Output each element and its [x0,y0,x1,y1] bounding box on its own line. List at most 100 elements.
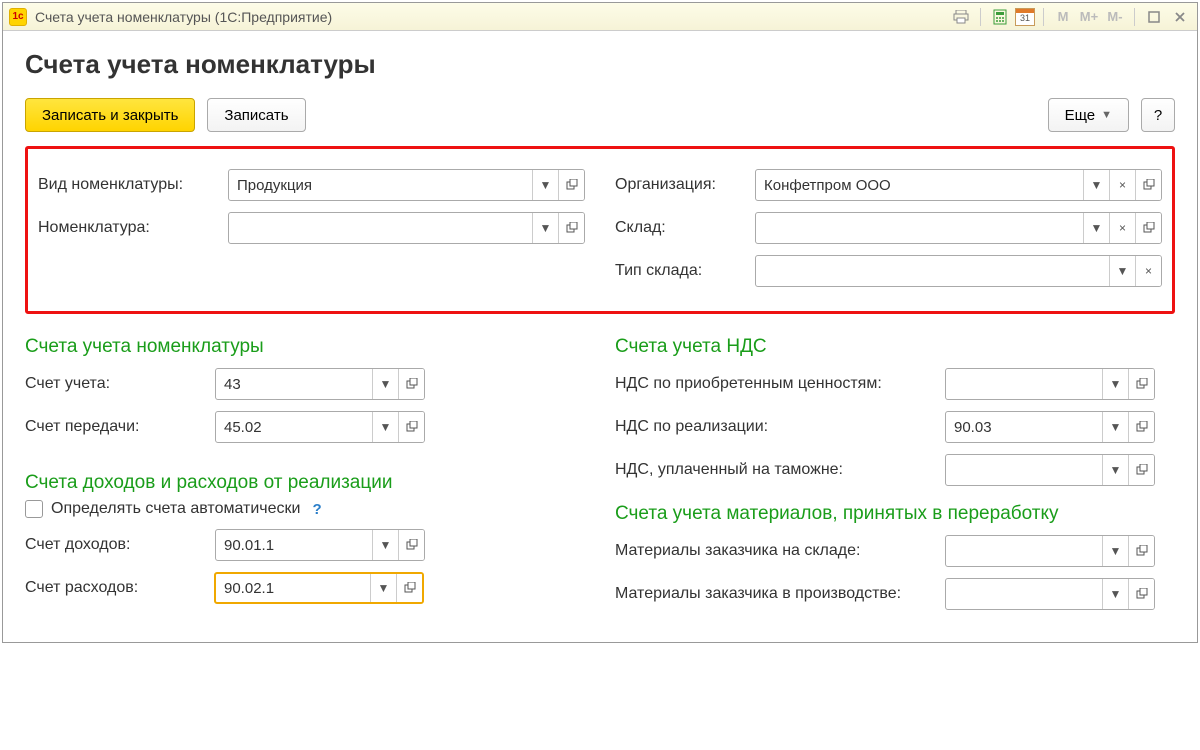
open-icon[interactable] [396,574,422,602]
mat-stock-field[interactable] [946,536,1102,566]
open-icon[interactable] [558,170,584,200]
vat-customs-label: НДС, уплаченный на таможне: [615,461,945,479]
pl-section-title: Счета доходов и расходов от реализации [25,472,585,494]
open-icon[interactable] [398,369,424,399]
memory-m-button[interactable]: M [1052,7,1074,27]
app-icon: 1c [9,8,27,26]
warehouse-label: Склад: [615,219,755,237]
open-icon[interactable] [398,412,424,442]
vat-purchased-input[interactable]: ▼ [945,368,1155,400]
vat-customs-input[interactable]: ▼ [945,454,1155,486]
dropdown-icon[interactable]: ▼ [1109,256,1135,286]
dropdown-icon[interactable]: ▼ [532,213,558,243]
nomenclature-field[interactable] [229,213,532,243]
org-input[interactable]: ▼ × [755,169,1162,201]
vat-sales-input[interactable]: ▼ [945,411,1155,443]
open-icon[interactable] [1128,536,1154,566]
titlebar: 1c Счета учета номенклатуры (1С:Предприя… [3,3,1197,31]
memory-mminus-button[interactable]: M- [1104,7,1126,27]
open-icon[interactable] [1135,170,1161,200]
nomenclature-type-input[interactable]: ▼ [228,169,585,201]
nomenclature-type-field[interactable] [229,170,532,200]
org-label: Организация: [615,176,755,194]
dropdown-icon[interactable]: ▼ [1102,455,1128,485]
clear-icon[interactable]: × [1109,170,1135,200]
expense-input[interactable]: ▼ [214,572,424,604]
open-icon[interactable] [1135,213,1161,243]
dropdown-icon[interactable]: ▼ [370,574,396,602]
nomenclature-type-label: Вид номенклатуры: [38,176,228,194]
vat-purchased-label: НДС по приобретенным ценностям: [615,375,945,393]
save-and-close-button[interactable]: Записать и закрыть [25,98,195,132]
nomenclature-input[interactable]: ▼ [228,212,585,244]
clear-icon[interactable]: × [1109,213,1135,243]
dropdown-icon[interactable]: ▼ [1083,170,1109,200]
vat-section-title: Счета учета НДС [615,336,1175,358]
dropdown-icon[interactable]: ▼ [1083,213,1109,243]
account-field[interactable] [216,369,372,399]
close-icon[interactable] [1169,7,1191,27]
mat-stock-label: Материалы заказчика на складе: [615,542,945,560]
more-button[interactable]: Еще ▼ [1048,98,1129,132]
vat-sales-label: НДС по реализации: [615,418,945,436]
expense-label: Счет расходов: [25,579,215,597]
toolbar: Записать и закрыть Записать Еще ▼ ? [25,98,1175,132]
calculator-icon[interactable] [989,7,1011,27]
vat-customs-field[interactable] [946,455,1102,485]
mat-prod-field[interactable] [946,579,1102,609]
transfer-input[interactable]: ▼ [215,411,425,443]
income-field[interactable] [216,530,372,560]
account-label: Счет учета: [25,375,215,393]
content-area: Счета учета номенклатуры Записать и закр… [3,31,1197,642]
open-icon[interactable] [558,213,584,243]
app-window: 1c Счета учета номенклатуры (1С:Предприя… [2,2,1198,643]
dropdown-icon[interactable]: ▼ [1102,536,1128,566]
dropdown-icon[interactable]: ▼ [1102,369,1128,399]
warehouse-type-input[interactable]: ▼ × [755,255,1162,287]
page-title: Счета учета номенклатуры [25,49,1175,80]
help-icon[interactable]: ? [312,501,321,518]
mat-prod-label: Материалы заказчика в производстве: [615,585,945,603]
dropdown-icon[interactable]: ▼ [372,530,398,560]
titlebar-actions: 31 M M+ M- [950,7,1191,27]
memory-mplus-button[interactable]: M+ [1078,7,1100,27]
open-icon[interactable] [1128,412,1154,442]
vat-sales-field[interactable] [946,412,1102,442]
nomenclature-label: Номенклатура: [38,219,228,237]
acc-section-title: Счета учета номенклатуры [25,336,585,358]
open-icon[interactable] [398,530,424,560]
help-button[interactable]: ? [1141,98,1175,132]
warehouse-type-field[interactable] [756,256,1109,286]
open-icon[interactable] [1128,455,1154,485]
transfer-field[interactable] [216,412,372,442]
warehouse-field[interactable] [756,213,1083,243]
account-input[interactable]: ▼ [215,368,425,400]
chevron-down-icon: ▼ [1101,109,1112,121]
vat-purchased-field[interactable] [946,369,1102,399]
clear-icon[interactable]: × [1135,256,1161,286]
dropdown-icon[interactable]: ▼ [372,412,398,442]
open-icon[interactable] [1128,579,1154,609]
more-button-label: Еще [1065,107,1096,124]
print-icon[interactable] [950,7,972,27]
dropdown-icon[interactable]: ▼ [1102,579,1128,609]
mat-stock-input[interactable]: ▼ [945,535,1155,567]
maximize-icon[interactable] [1143,7,1165,27]
auto-accounts-checkbox[interactable] [25,500,43,518]
mat-section-title: Счета учета материалов, принятых в перер… [615,503,1175,525]
expense-field[interactable] [216,574,370,602]
transfer-label: Счет передачи: [25,418,215,436]
warehouse-input[interactable]: ▼ × [755,212,1162,244]
mat-prod-input[interactable]: ▼ [945,578,1155,610]
open-icon[interactable] [1128,369,1154,399]
org-field[interactable] [756,170,1083,200]
warehouse-type-label: Тип склада: [615,262,755,280]
income-input[interactable]: ▼ [215,529,425,561]
calendar-icon[interactable]: 31 [1015,8,1035,26]
dropdown-icon[interactable]: ▼ [372,369,398,399]
save-button[interactable]: Записать [207,98,305,132]
filters-panel: Вид номенклатуры: ▼ Номенклатура: ▼ [25,146,1175,314]
window-title: Счета учета номенклатуры (1С:Предприятие… [35,9,950,25]
dropdown-icon[interactable]: ▼ [532,170,558,200]
dropdown-icon[interactable]: ▼ [1102,412,1128,442]
